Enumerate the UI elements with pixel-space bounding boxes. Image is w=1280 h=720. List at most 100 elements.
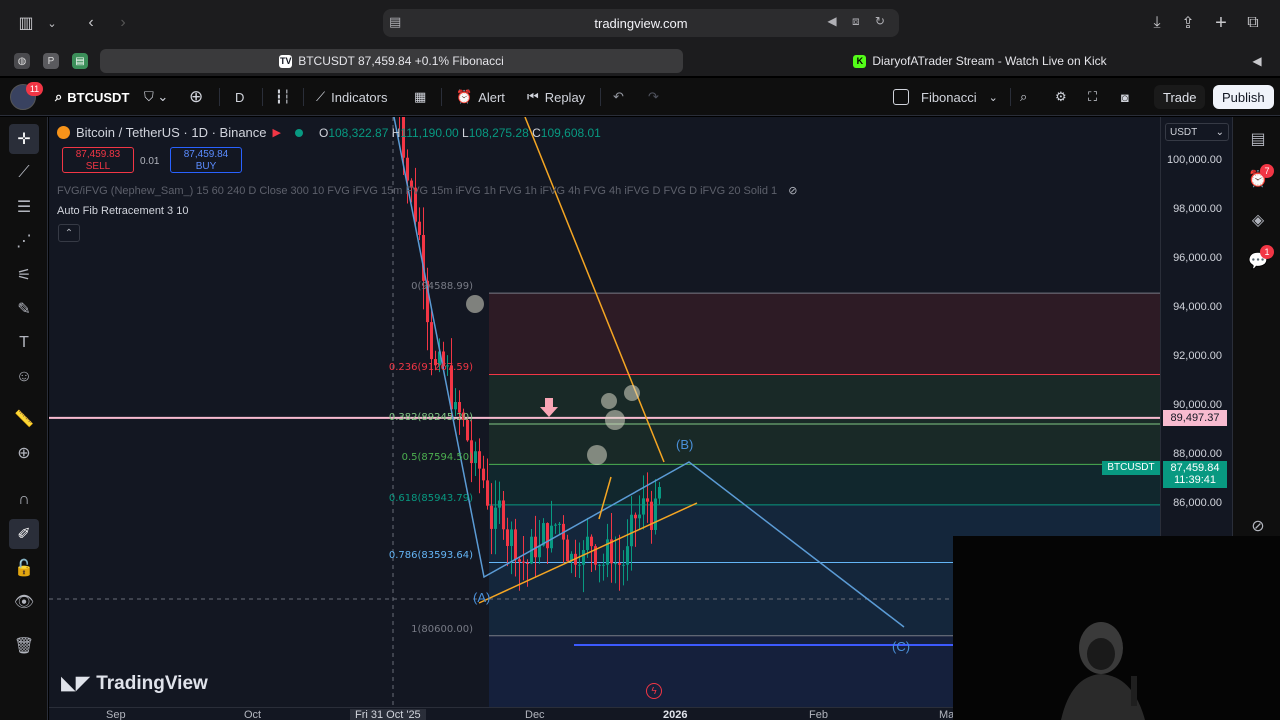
flag-icon[interactable]: ▶ (273, 126, 281, 139)
measure-tool[interactable]: 📏 (9, 404, 39, 434)
fib-indicator-legend[interactable]: Auto Fib Retracement 3 10 (57, 205, 188, 217)
stay-drawing-tool[interactable]: ✐ (9, 519, 39, 549)
tabs-overview-icon[interactable]: ⧉ (1241, 11, 1265, 35)
pattern-tool[interactable]: ⋰ (9, 226, 39, 256)
candle-body (482, 468, 485, 481)
trade-button[interactable]: Trade (1154, 85, 1206, 109)
candle-body (650, 501, 653, 530)
magnet-tool[interactable]: ∩ (9, 485, 39, 515)
tab-label: BTCUSDT 87,459.84 +0.1% Fibonacci (298, 54, 504, 68)
fib-level-label: 0.236(91267.59) (388, 362, 473, 374)
address-bar[interactable]: ▤ tradingview.com ◀︎ ⧈ ↻ (383, 9, 899, 37)
candle-body (602, 564, 605, 566)
redo-button[interactable]: ↷ (648, 86, 659, 108)
kick-tab-icon: K (853, 54, 867, 68)
text-tool[interactable]: T (9, 328, 39, 358)
download-icon[interactable]: ⤓ (1145, 11, 1169, 35)
candle-body (430, 322, 433, 360)
pinned-tab-p-icon[interactable]: P (43, 53, 59, 69)
chart-type-button[interactable]: ┇┆ (275, 86, 291, 108)
trend-line-tool[interactable]: ⟋ (9, 158, 39, 188)
snapshot-button[interactable]: ◙ (1121, 86, 1129, 108)
sell-button[interactable]: 87,459.83 SELL (62, 147, 134, 173)
tab-btcusdt[interactable]: TV BTCUSDT 87,459.84 +0.1% Fibonacci (100, 49, 683, 73)
favorite-icon[interactable]: ◍ (14, 53, 30, 69)
sidebar-toggle-icon[interactable]: ▥ (14, 11, 38, 35)
fib-level-label: 0.382(89245.20) (388, 411, 473, 423)
candle-body (418, 221, 421, 235)
alert-button[interactable]: ⏰ Alert (456, 86, 505, 108)
fib-level-label: 0.786(83593.64) (388, 550, 473, 562)
chevron-down-icon: ⌄ (988, 91, 998, 104)
undo-button[interactable]: ↶ (613, 86, 624, 108)
candle-body (514, 529, 517, 560)
object-tree-button[interactable]: ◈ (1247, 209, 1269, 231)
browser-toolbar: ▥ ⌄ ‹ › ▤ tradingview.com ◀︎ ⧈ ↻ ⤓ ⇪ + ⧉ (0, 0, 1280, 45)
brush-tool[interactable]: ✎ (9, 294, 39, 324)
zoom-tool[interactable]: ⊕ (9, 438, 39, 468)
back-button[interactable]: ‹ (79, 11, 103, 35)
tradingview-tab-icon: TV (279, 54, 293, 68)
forward-button[interactable]: › (111, 11, 135, 35)
price-tick: 88,000.00 (1173, 447, 1222, 460)
tab-audio-icon[interactable]: ◀︎ (1245, 49, 1269, 73)
logo-text: TradingView (96, 672, 208, 694)
fib-tool[interactable]: ⚟ (9, 260, 39, 290)
reader-icon[interactable]: ▤ (389, 14, 401, 30)
indicators-label: Indicators (331, 89, 388, 105)
buy-button[interactable]: 87,459.84 BUY (170, 147, 242, 173)
currency-select[interactable]: USDT ⌄ (1165, 123, 1229, 141)
lock-drawings-tool[interactable]: 🔓 (9, 553, 39, 583)
crosshair-tool[interactable]: ✛ (9, 124, 39, 154)
pine-button[interactable]: ⊘ (1247, 515, 1269, 537)
candle-body (494, 507, 497, 529)
currency-label: USDT (1170, 126, 1198, 138)
ruler-icon: 📏 (14, 411, 34, 428)
fib-icon: ⚟ (16, 267, 32, 284)
horizontal-lines-tool[interactable]: ☰ (9, 192, 39, 222)
chevron-down-icon: ⌄ (1215, 126, 1224, 138)
candle-body (654, 498, 657, 530)
candle-body (590, 536, 593, 547)
publish-button[interactable]: Publish (1213, 85, 1274, 109)
add-symbol-button[interactable]: ⊕ (189, 86, 203, 108)
indicators-button[interactable]: ⟋ Indicators (316, 86, 387, 108)
watchlist-icon: ▤ (1250, 131, 1266, 148)
tab-kick-stream[interactable]: K DiaryofATrader Stream - Watch Live on … (690, 49, 1270, 73)
webcam-overlay (953, 536, 1280, 720)
tab-strip: ◍ P ▤ TV BTCUSDT 87,459.84 +0.1% Fibonac… (0, 45, 1280, 77)
candle-body (558, 523, 561, 525)
zoom-icon: ⊕ (17, 445, 31, 462)
rewind-icon: ⏮ (527, 89, 539, 104)
legend-title[interactable]: Bitcoin / TetherUS · 1D · Binance (76, 125, 267, 140)
fullscreen-button[interactable]: ⛶ (1088, 86, 1097, 108)
templates-button[interactable]: ▦ (414, 86, 426, 108)
candle-body (550, 525, 553, 549)
pinned-tab-sheets-icon[interactable]: ▤ (72, 53, 88, 69)
remove-drawings-tool[interactable]: 🗑 (9, 631, 39, 661)
candle-body (538, 545, 541, 558)
url-actions: ◀︎ ⧈ ↻ (827, 14, 891, 28)
replay-button[interactable]: ⏮ Replay (527, 86, 585, 108)
share-icon[interactable]: ⇪ (1176, 11, 1200, 35)
chevron-down-icon[interactable]: ⌄ (40, 11, 64, 35)
symbol-search-button[interactable]: ⌕ BTCUSDT (49, 85, 136, 109)
hidden-eye-icon[interactable]: ⊘ (788, 185, 797, 197)
fvg-indicator-legend[interactable]: FVG/iFVG (Nephew_Sam_) 15 60 240 D Close… (57, 184, 797, 197)
wave-label-a: (A) (473, 590, 491, 605)
eye-icon: 👁 (13, 594, 35, 611)
compare-symbols-button[interactable]: ⛉ ⌄ (144, 86, 168, 108)
hide-drawings-tool[interactable]: 👁 (9, 587, 39, 617)
pattern-icon: ⋰ (16, 233, 32, 250)
collapse-legend-button[interactable]: ⌃ (58, 224, 80, 242)
layout-menu-button[interactable]: Fibonacci ⌄ (893, 86, 998, 108)
trend-line-icon: ⟋ (18, 164, 30, 181)
settings-button[interactable]: ⚙ (1055, 86, 1067, 108)
interval-button[interactable]: D (235, 86, 244, 108)
watchlist-button[interactable]: ▤ (1247, 128, 1269, 150)
quick-search-button[interactable]: ⌕ (1020, 86, 1027, 108)
lightning-icon[interactable]: ϟ (646, 683, 662, 699)
emoji-tool[interactable]: ☺ (9, 362, 39, 392)
text-icon: T (19, 334, 29, 351)
new-tab-button[interactable]: + (1209, 11, 1233, 35)
